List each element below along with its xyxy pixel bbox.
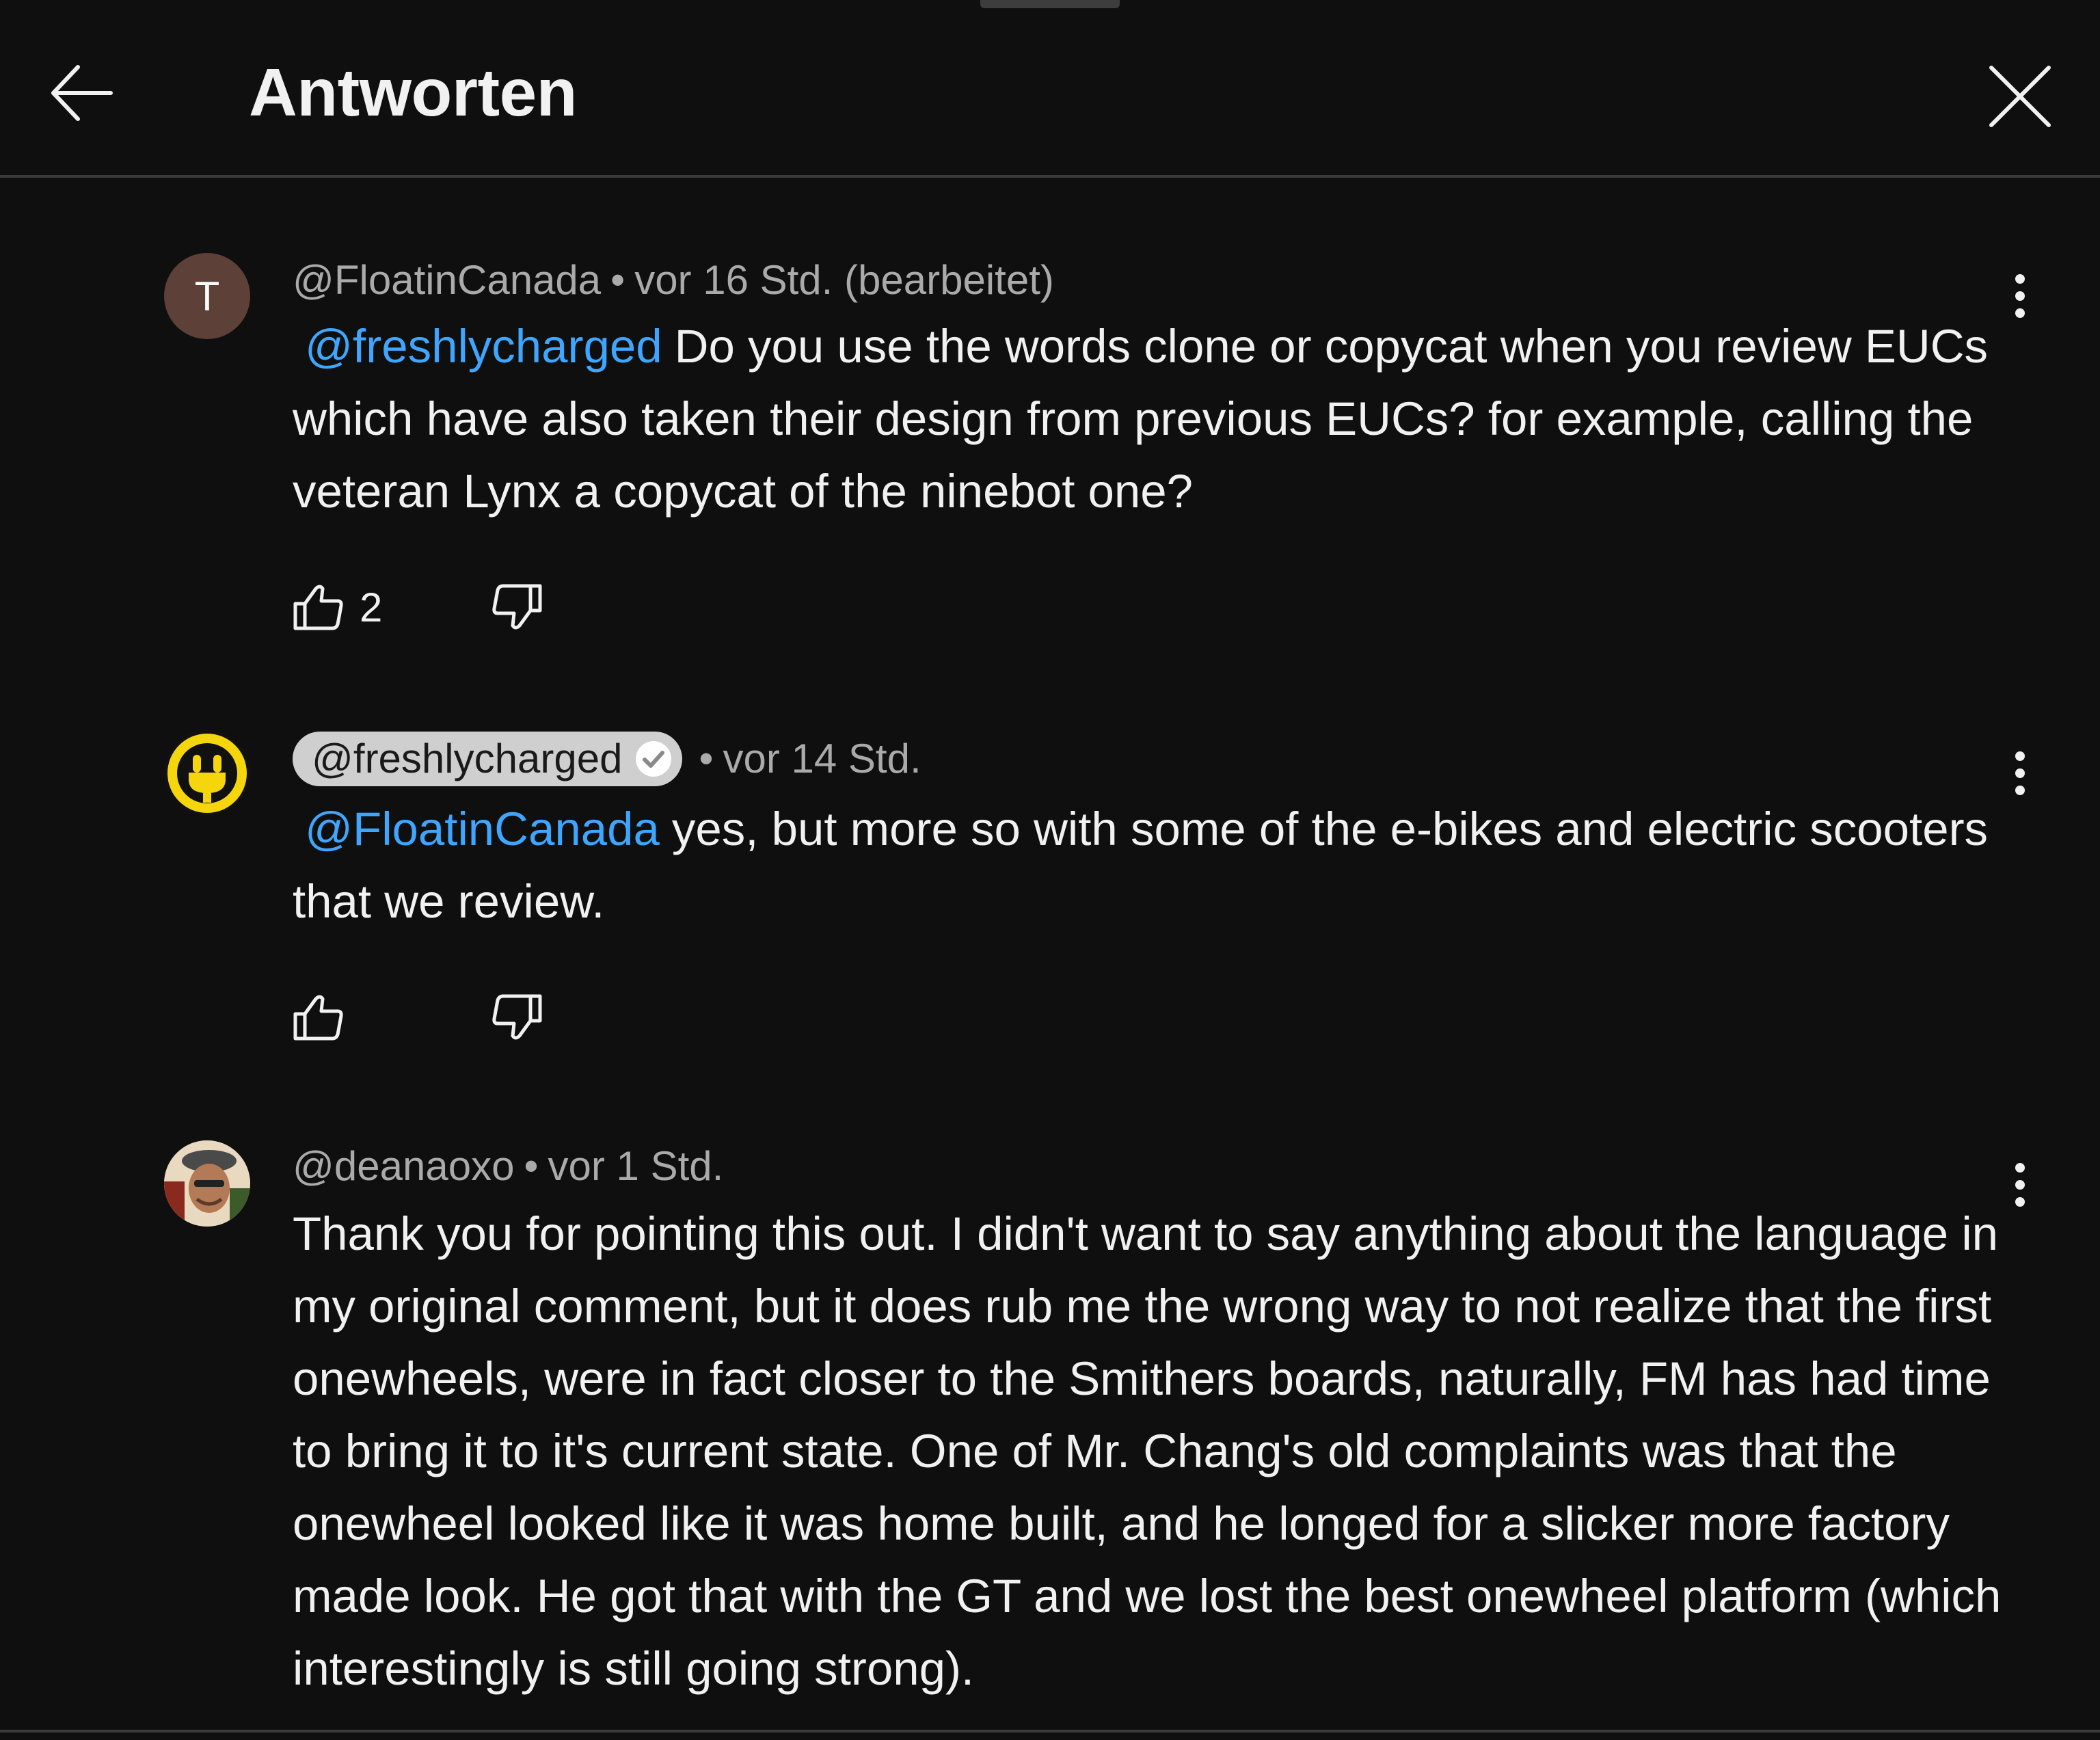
separator: • <box>610 257 625 303</box>
author-handle: @freshlycharged <box>312 736 623 781</box>
comment-meta: @freshlycharged • vor 14 Std. <box>293 732 921 786</box>
divider <box>0 1730 2100 1732</box>
timestamp: vor 1 Std. <box>548 1143 724 1189</box>
comment-meta: @deanaoxo • vor 1 Std. <box>293 1139 723 1194</box>
mention-link[interactable]: @FloatinCanada <box>305 803 660 855</box>
separator: • <box>699 736 714 781</box>
comment-actions: 2 <box>293 573 543 641</box>
avatar[interactable] <box>164 730 250 816</box>
comment-text: @freshlycharged Do you use the words clon… <box>293 310 2029 528</box>
back-button[interactable] <box>41 52 123 134</box>
more-vert-icon <box>2015 751 2025 795</box>
profile-photo-icon <box>164 1140 250 1227</box>
comment-actions <box>293 983 543 1052</box>
close-button[interactable] <box>1976 52 2064 141</box>
like-count: 2 <box>360 584 383 630</box>
dislike-button[interactable] <box>491 573 543 641</box>
close-icon <box>1989 66 2051 127</box>
author-handle[interactable]: @deanaoxo <box>293 1139 515 1194</box>
separator: • <box>524 1143 539 1189</box>
page-title: Antworten <box>249 55 578 130</box>
avatar[interactable]: T <box>164 253 250 339</box>
comment-text: Thank you for pointing this out. I didn'… <box>293 1198 2029 1705</box>
thumbs-up-icon <box>293 585 343 630</box>
avatar-letter: T <box>194 273 220 319</box>
thumbs-up-icon <box>293 995 343 1041</box>
plug-face-logo-icon <box>167 734 247 813</box>
thumbs-down-icon <box>492 994 542 1040</box>
creator-badge[interactable]: @freshlycharged <box>293 732 683 786</box>
like-button[interactable] <box>293 983 491 1052</box>
avatar[interactable] <box>164 1140 250 1227</box>
mention-link[interactable]: @freshlycharged <box>305 320 662 373</box>
arrow-left-icon <box>51 65 113 121</box>
author-handle[interactable]: @FloatinCanada <box>293 253 601 308</box>
timestamp: vor 16 Std. (bearbeitet) <box>634 257 1054 303</box>
comment-meta: @FloatinCanada • vor 16 Std. (bearbeitet… <box>293 253 1054 308</box>
comment-text: @FloatinCanada yes, but more so with some… <box>293 793 2029 938</box>
dislike-button[interactable] <box>491 983 543 1052</box>
thumbs-down-icon <box>492 584 542 630</box>
replies-header: Antworten <box>0 0 2100 178</box>
timestamp: vor 14 Std. <box>723 736 921 781</box>
comment-body: Thank you for pointing this out. I didn'… <box>293 1207 2002 1695</box>
like-button[interactable]: 2 <box>293 573 491 641</box>
verified-icon <box>634 740 673 778</box>
